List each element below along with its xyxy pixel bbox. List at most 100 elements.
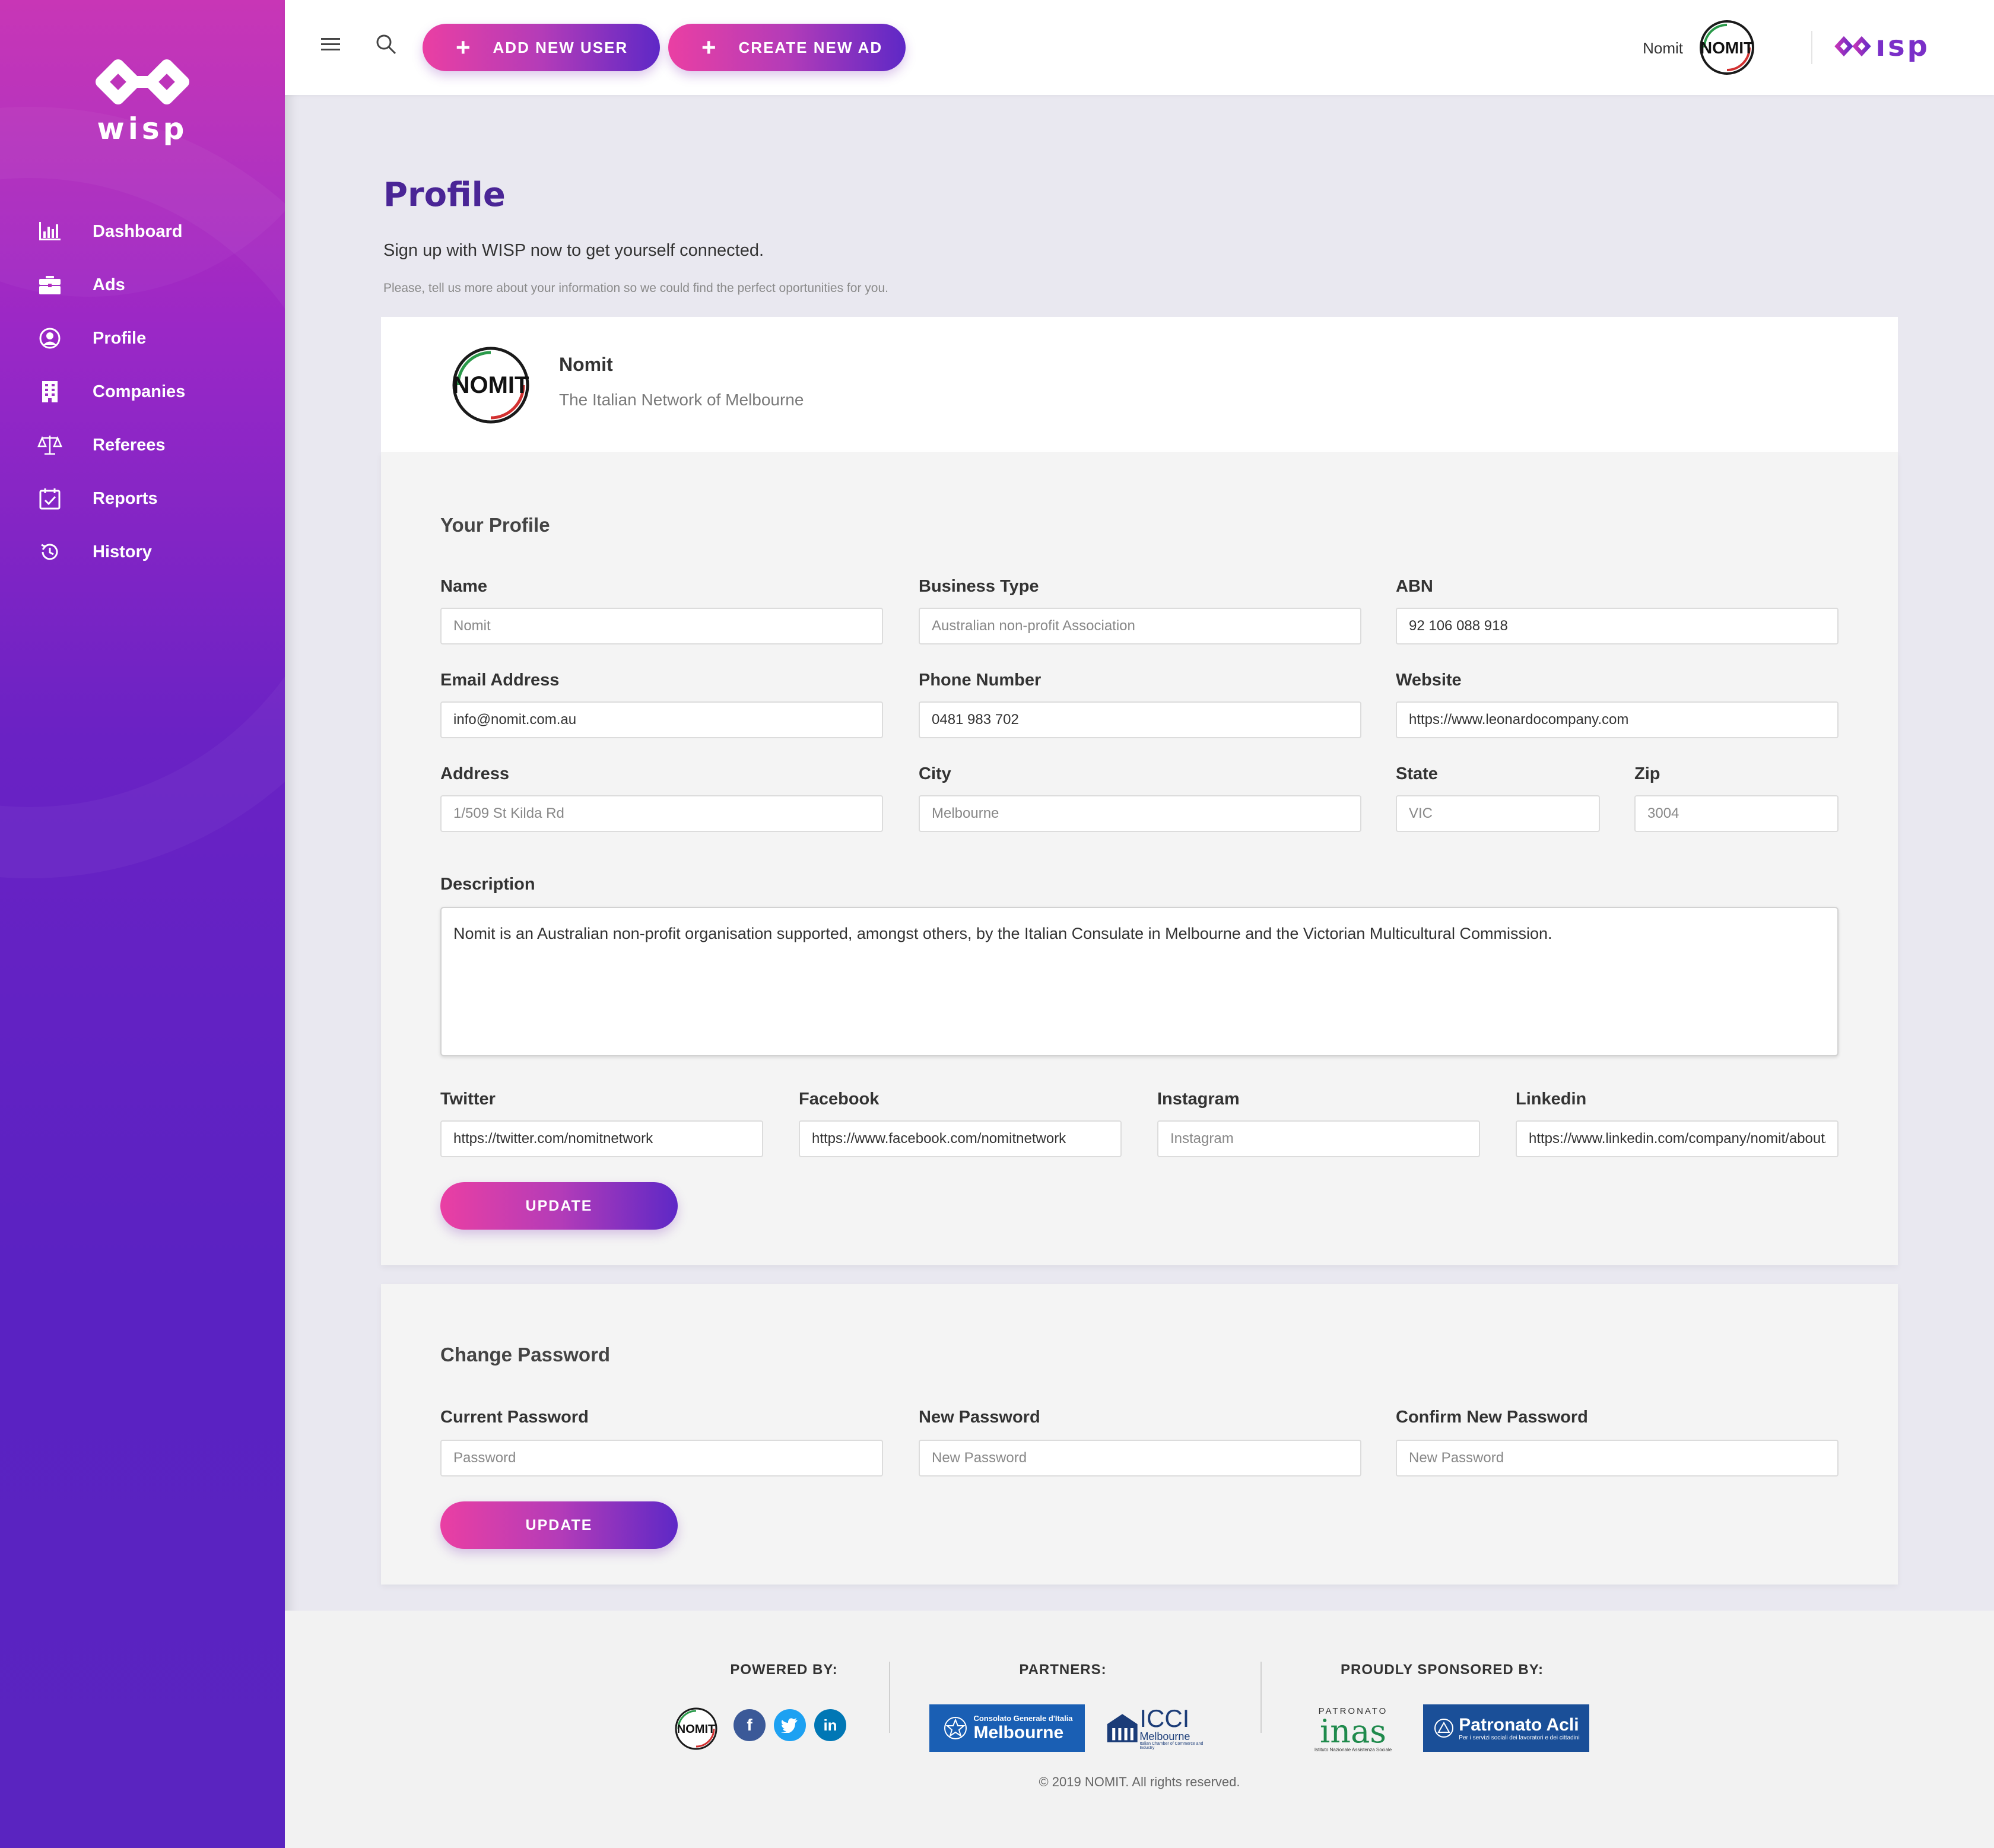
- sidebar-item-label: Reports: [93, 488, 158, 508]
- page-subtitle: Sign up with WISP now to get yourself co…: [383, 241, 764, 260]
- sidebar-logo[interactable]: wisp: [0, 53, 285, 146]
- current-password-input[interactable]: [440, 1440, 883, 1477]
- history-icon: [37, 539, 63, 565]
- footer-divider: [1260, 1662, 1262, 1733]
- confirm-password-input[interactable]: [1396, 1440, 1839, 1477]
- org-logo-text: NOMIT: [453, 372, 529, 398]
- sidebar: wisp Dashboard Ads Profile Companies Ref…: [0, 0, 285, 1848]
- state-label: State: [1396, 764, 1438, 783]
- linkedin-icon[interactable]: in: [814, 1709, 846, 1741]
- consolato-melbourne-logo[interactable]: Consolato Generale d'Italia Melbourne: [929, 1704, 1085, 1752]
- topbar-divider: [1811, 31, 1812, 64]
- address-input[interactable]: [440, 795, 883, 832]
- abn-input[interactable]: [1396, 608, 1839, 644]
- inas-logo[interactable]: PATRONATO inas Istituto Nazionale Assist…: [1300, 1704, 1406, 1754]
- city-label: City: [919, 764, 951, 783]
- building-icon: [37, 379, 63, 405]
- add-new-user-button[interactable]: + ADD NEW USER: [423, 24, 660, 71]
- plus-icon: +: [456, 33, 472, 61]
- facebook-input[interactable]: [799, 1120, 1122, 1157]
- icci-big-text: ICCI: [1139, 1704, 1190, 1732]
- instagram-label: Instagram: [1157, 1090, 1240, 1109]
- zip-input[interactable]: [1634, 795, 1839, 832]
- sidebar-item-history[interactable]: History: [0, 525, 285, 579]
- hamburger-menu-icon[interactable]: [316, 30, 345, 59]
- sidebar-item-label: Profile: [93, 328, 147, 348]
- change-password-card: Change Password Current Password New Pas…: [381, 1284, 1898, 1585]
- briefcase-icon: [37, 272, 63, 298]
- page-helper-text: Please, tell us more about your informat…: [383, 281, 888, 295]
- state-input[interactable]: [1396, 795, 1600, 832]
- consolato-small-text: Consolato Generale d'Italia: [973, 1713, 1073, 1723]
- add-new-user-label: ADD NEW USER: [493, 38, 628, 56]
- avatar[interactable]: NOMIT: [1696, 17, 1758, 78]
- icci-melbourne-logo[interactable]: ICCI Melbourne Italian Chamber of Commer…: [1106, 1704, 1207, 1752]
- website-label: Website: [1396, 671, 1462, 690]
- sidebar-item-dashboard[interactable]: Dashboard: [0, 205, 285, 258]
- topbar-brand-logo[interactable]: ısp: [1834, 30, 1930, 63]
- facebook-icon[interactable]: f: [734, 1709, 766, 1741]
- sidebar-item-label: Companies: [93, 382, 186, 401]
- plus-icon: +: [701, 33, 717, 61]
- topbar-brand-text: ısp: [1875, 30, 1930, 63]
- business-type-input[interactable]: [919, 608, 1361, 644]
- sidebar-item-companies[interactable]: Companies: [0, 365, 285, 418]
- powered-by-heading: POWERED BY:: [730, 1662, 838, 1678]
- city-input[interactable]: [919, 795, 1361, 832]
- twitter-icon[interactable]: [774, 1709, 806, 1741]
- create-new-ad-button[interactable]: + CREATE NEW AD: [668, 24, 906, 71]
- org-name: Nomit: [559, 354, 613, 375]
- website-input[interactable]: [1396, 701, 1839, 738]
- business-type-label: Business Type: [919, 577, 1039, 596]
- twitter-input[interactable]: [440, 1120, 763, 1157]
- sidebar-nav: Dashboard Ads Profile Companies Referees: [0, 205, 285, 579]
- calendar-check-icon: [37, 485, 63, 512]
- email-field[interactable]: [440, 701, 883, 738]
- org-logo: NOMIT: [446, 341, 535, 430]
- new-password-label: New Password: [919, 1408, 1040, 1427]
- phone-input[interactable]: [919, 701, 1361, 738]
- search-icon[interactable]: [372, 30, 401, 59]
- name-label: Name: [440, 577, 487, 596]
- user-circle-icon: [37, 325, 63, 351]
- confirm-password-label: Confirm New Password: [1396, 1408, 1588, 1427]
- facebook-label: Facebook: [799, 1090, 879, 1109]
- instagram-input[interactable]: [1157, 1120, 1480, 1157]
- sidebar-item-reports[interactable]: Reports: [0, 472, 285, 525]
- linkedin-input[interactable]: [1516, 1120, 1839, 1157]
- sidebar-item-label: Referees: [93, 435, 166, 455]
- infinity-logo-icon: [1834, 36, 1871, 57]
- description-textarea[interactable]: Nomit is an Australian non-profit organi…: [440, 907, 1839, 1056]
- topbar: + ADD NEW USER + CREATE NEW AD Nomit NOM…: [285, 0, 1994, 95]
- sidebar-item-referees[interactable]: Referees: [0, 418, 285, 472]
- sidebar-item-label: Dashboard: [93, 221, 183, 241]
- sidebar-item-profile[interactable]: Profile: [0, 312, 285, 365]
- linkedin-label: Linkedin: [1516, 1090, 1587, 1109]
- nomit-logo[interactable]: NOMIT: [672, 1704, 720, 1753]
- password-section-title: Change Password: [440, 1344, 611, 1366]
- nomit-logo-text: NOMIT: [677, 1723, 715, 1736]
- icci-tiny-text: Italian Chamber of Commerce and Industry: [1139, 1742, 1204, 1750]
- phone-label: Phone Number: [919, 671, 1042, 690]
- sponsored-by-heading: PROUDLY SPONSORED BY:: [1341, 1662, 1544, 1678]
- partners-heading: PARTNERS:: [1019, 1662, 1107, 1678]
- current-password-label: Current Password: [440, 1408, 589, 1427]
- update-profile-button[interactable]: UPDATE: [440, 1182, 678, 1230]
- avatar-text: NOMIT: [1700, 39, 1754, 57]
- profile-section-title: Your Profile: [440, 514, 550, 536]
- description-label: Description: [440, 875, 535, 894]
- twitter-label: Twitter: [440, 1090, 496, 1109]
- icci-building-icon: [1107, 1714, 1138, 1742]
- page-title: Profile: [383, 176, 506, 214]
- update-password-button[interactable]: UPDATE: [440, 1501, 678, 1549]
- abn-label: ABN: [1396, 577, 1433, 596]
- copyright: © 2019 NOMIT. All rights reserved.: [1039, 1774, 1240, 1789]
- org-header-card: NOMIT Nomit The Italian Network of Melbo…: [381, 317, 1898, 452]
- consolato-big-text: Melbourne: [973, 1722, 1064, 1742]
- new-password-input[interactable]: [919, 1440, 1361, 1477]
- sidebar-item-ads[interactable]: Ads: [0, 258, 285, 312]
- user-name[interactable]: Nomit: [1643, 39, 1683, 58]
- patronato-acli-logo[interactable]: Patronato Acli Per i servizi sociali dei…: [1423, 1704, 1589, 1752]
- org-tagline: The Italian Network of Melbourne: [559, 390, 804, 409]
- name-input[interactable]: [440, 608, 883, 644]
